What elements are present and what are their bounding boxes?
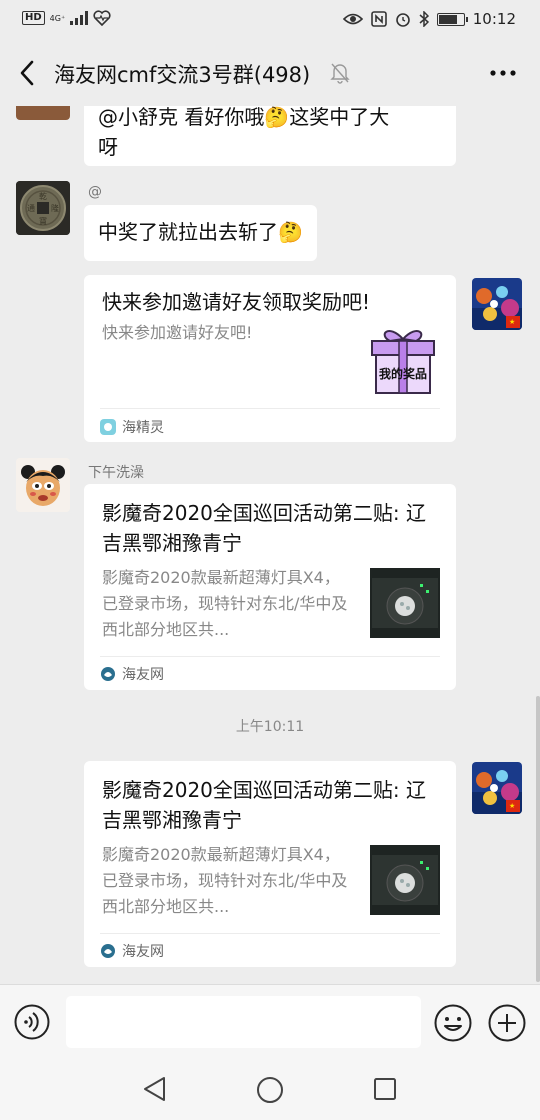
- avatar-aquarium[interactable]: ★: [472, 762, 522, 814]
- system-nav-bar: [0, 1058, 540, 1120]
- back-arrow-icon[interactable]: [14, 58, 42, 88]
- scrollbar[interactable]: [536, 696, 540, 982]
- chat-header: 海友网cmf交流3号群(498): [0, 40, 540, 106]
- cartoon-avatar-image: [16, 458, 70, 512]
- nfc-icon: [370, 11, 387, 27]
- card-divider: [100, 656, 440, 657]
- avatar-partial[interactable]: [16, 106, 70, 120]
- heart-rate-icon: [93, 10, 111, 26]
- card-description: 影魔奇2020款最新超薄灯具X4，已登录市场，现特针对东北/华中及西北部分地区共…: [102, 845, 348, 916]
- article-card[interactable]: 影魔奇2020全国巡回活动第二贴: 辽吉黑鄂湘豫青宁 影魔奇2020款最新超薄灯…: [84, 484, 456, 690]
- input-bar: [0, 984, 540, 1058]
- message-bubble[interactable]: 中奖了就拉出去斩了🤔: [84, 205, 317, 261]
- card-description: 快来参加邀请好友吧!: [102, 323, 253, 342]
- article-thumbnail: [370, 845, 440, 915]
- source-name: 海友网: [122, 667, 164, 683]
- card-title: 影魔奇2020全国巡回活动第二贴: 辽吉黑鄂湘豫青宁: [102, 501, 426, 555]
- svg-text:寶: 寶: [39, 216, 47, 226]
- message-text: 呀: [98, 135, 118, 159]
- mute-bell-icon: [330, 63, 350, 84]
- source-name: 海友网: [122, 944, 164, 960]
- eye-icon: [342, 13, 363, 25]
- hd-badge: HD: [22, 11, 45, 25]
- card-source: 海精灵: [100, 417, 164, 437]
- nav-home-icon[interactable]: [256, 1076, 284, 1104]
- network-type: 4G⁺: [50, 14, 66, 23]
- chat-title: 海友网cmf交流3号群(498): [54, 63, 311, 87]
- emoji-icon[interactable]: [434, 1004, 472, 1042]
- svg-text:乾: 乾: [39, 191, 47, 201]
- source-name: 海精灵: [122, 420, 164, 436]
- sender-name: @: [88, 184, 102, 200]
- thinking-emoji: 🤔: [278, 220, 303, 244]
- article-thumbnail: [370, 568, 440, 638]
- invite-card[interactable]: 快来参加邀请好友领取奖励吧! 快来参加邀请好友吧! 我的奖品 海精灵: [84, 275, 456, 442]
- message-text: 中奖了就拉出去斩了: [98, 220, 278, 244]
- plus-icon[interactable]: [488, 1004, 526, 1042]
- alarm-icon: [395, 13, 410, 27]
- nav-back-icon[interactable]: [142, 1076, 168, 1102]
- svg-text:★: ★: [509, 802, 515, 810]
- svg-text:通: 通: [27, 203, 35, 213]
- message-input[interactable]: [66, 996, 421, 1048]
- message-list[interactable]: @小舒克 看好你哦🤔这奖中了大 呀 乾 寶 通 隆 @ 中奖了就拉出去斩了🤔 快…: [0, 106, 540, 984]
- card-source: 海友网: [100, 664, 164, 684]
- signal-icon: [70, 11, 89, 25]
- status-bar: HD 4G⁺ 10:12: [0, 0, 540, 40]
- card-divider: [100, 408, 440, 409]
- card-title: 快来参加邀请好友领取奖励吧!: [102, 290, 371, 314]
- message-bubble-partial[interactable]: @小舒克 看好你哦🤔这奖中了大 呀: [84, 106, 456, 166]
- haiyou-logo-icon: [101, 667, 115, 681]
- avatar-aquarium[interactable]: ★: [472, 278, 522, 330]
- clock-time: 10:12: [472, 10, 516, 28]
- haiyou-logo-icon: [101, 944, 115, 958]
- card-source: 海友网: [100, 941, 164, 961]
- svg-text:★: ★: [509, 318, 515, 326]
- time-separator: 上午10:11: [235, 719, 305, 735]
- network-type-label: 4G⁺: [49, 13, 66, 23]
- avatar-cartoon[interactable]: [16, 458, 70, 512]
- mini-program-icon: [100, 419, 116, 435]
- battery-icon: [436, 12, 468, 26]
- message-text: @小舒克 看好你哦🤔这奖中了大: [98, 106, 390, 129]
- svg-text:隆: 隆: [51, 203, 59, 213]
- aquarium-avatar-image: ★: [472, 762, 522, 814]
- card-divider: [100, 933, 440, 934]
- sender-name: 下午洗澡: [88, 465, 144, 481]
- voice-input-icon[interactable]: [14, 1004, 50, 1040]
- nav-recent-apps-icon[interactable]: [372, 1076, 398, 1102]
- card-title: 影魔奇2020全国巡回活动第二贴: 辽吉黑鄂湘豫青宁: [102, 778, 426, 832]
- article-card[interactable]: 影魔奇2020全国巡回活动第二贴: 辽吉黑鄂湘豫青宁 影魔奇2020款最新超薄灯…: [84, 761, 456, 967]
- avatar-coin[interactable]: 乾 寶 通 隆: [16, 181, 70, 235]
- gift-icon: 我的奖品: [368, 325, 438, 397]
- more-options-icon[interactable]: [488, 64, 518, 82]
- coin-avatar-image: 乾 寶 通 隆: [16, 181, 70, 235]
- card-description: 影魔奇2020款最新超薄灯具X4，已登录市场，现特针对东北/华中及西北部分地区共…: [102, 568, 348, 639]
- gift-label: 我的奖品: [378, 367, 427, 381]
- aquarium-avatar-image: ★: [472, 278, 522, 330]
- bluetooth-icon: [419, 11, 429, 27]
